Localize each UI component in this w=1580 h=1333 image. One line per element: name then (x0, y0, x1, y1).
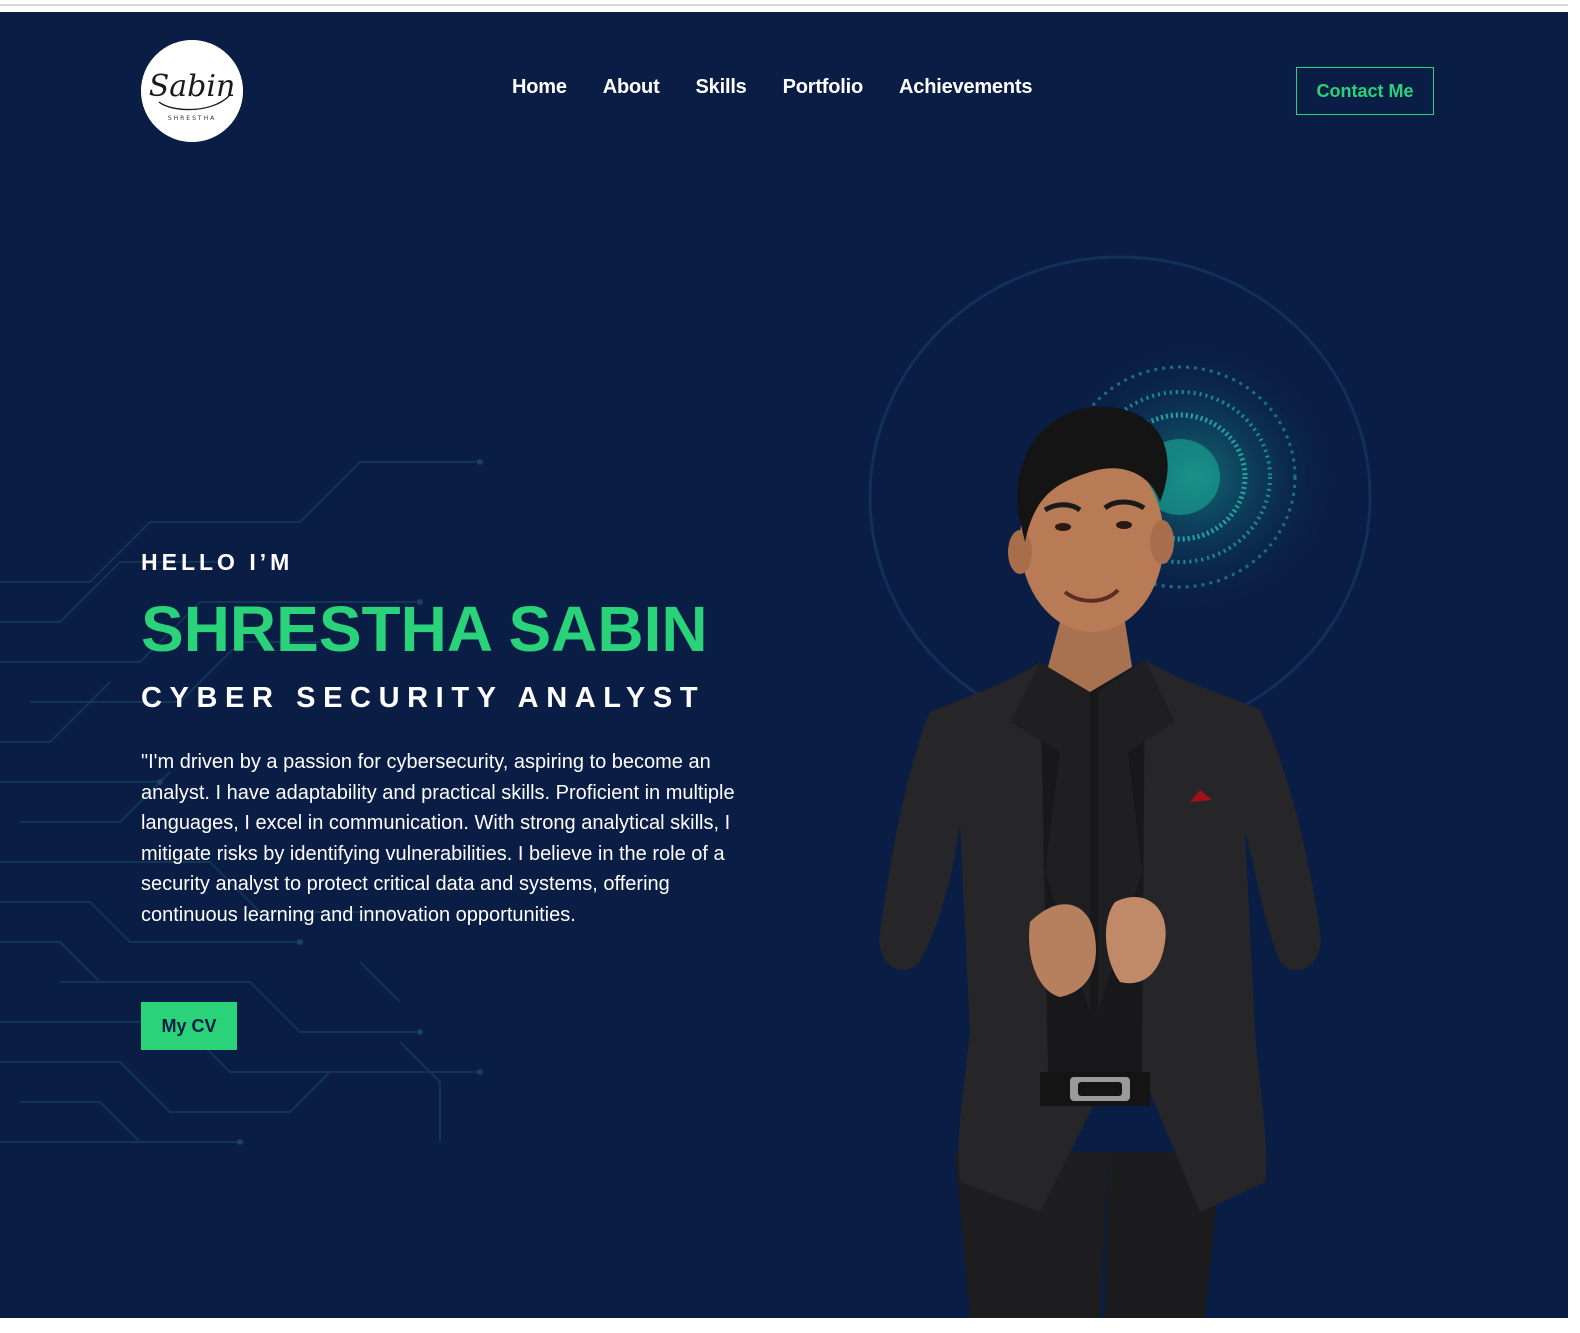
greeting-text: HELLO I’M (141, 549, 294, 575)
signature-logo-icon: Sabin SHRESTHA (141, 40, 243, 142)
right-margin (1568, 12, 1580, 1318)
hero-name: SHRESTHA SABIN (141, 593, 708, 665)
hero-role: CYBER SECURITY ANALYST (141, 682, 706, 714)
logo-signature-text: Sabin (149, 69, 236, 104)
logo[interactable]: Sabin SHRESTHA (141, 40, 243, 142)
hero-bio: "I'm driven by a passion for cybersecuri… (141, 751, 735, 926)
nav-skills[interactable]: Skills (696, 76, 747, 99)
bottom-margin (0, 1318, 1580, 1333)
my-cv-button[interactable]: My CV (141, 1002, 237, 1050)
nav-achievements[interactable]: Achievements (899, 76, 1032, 99)
contact-me-button[interactable]: Contact Me (1296, 67, 1434, 115)
hero-section: Sabin SHRESTHA Home About Skills Portfol… (0, 12, 1568, 1318)
browser-top-border (0, 4, 1568, 6)
nav-portfolio[interactable]: Portfolio (783, 76, 864, 99)
nav-home[interactable]: Home (512, 76, 567, 99)
portrait-image (879, 406, 1321, 1318)
nav-about[interactable]: About (603, 76, 660, 99)
logo-subtext: SHRESTHA (168, 115, 216, 122)
main-navigation: Home About Skills Portfolio Achievements (512, 76, 1032, 99)
